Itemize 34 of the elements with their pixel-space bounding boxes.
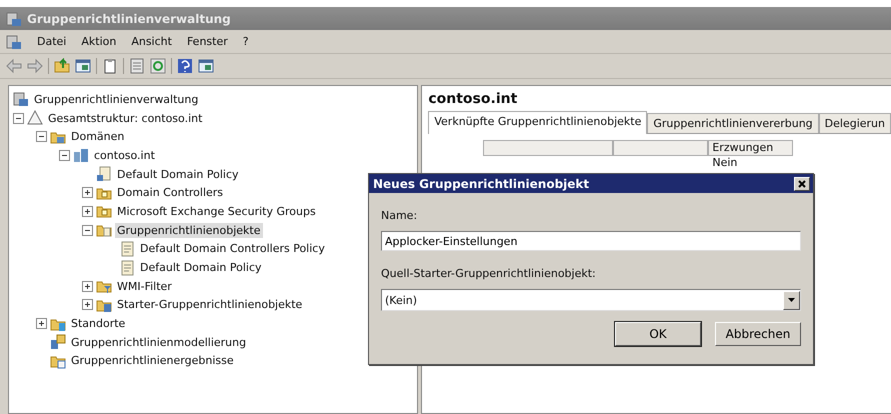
table-cell-text: Nein — [711, 156, 738, 169]
tree-item[interactable]: Standorte — [69, 316, 128, 332]
dialog-button[interactable]: Abbrechen — [715, 322, 801, 346]
source-dropdown[interactable]: (Kein) — [381, 289, 801, 311]
dialog-title: Neues Gruppenrichtlinienobjekt — [373, 176, 590, 190]
details-heading: contoso.int — [428, 91, 518, 107]
tree-item[interactable]: Default Domain Policy — [138, 260, 264, 276]
menu-item[interactable]: ? — [242, 34, 249, 49]
tree-item[interactable]: Gesamtstruktur: contoso.int — [46, 110, 204, 126]
menu-item[interactable]: Fenster — [186, 34, 228, 49]
tree-item[interactable]: Starter-Gruppenrichtlinienobjekte — [115, 297, 304, 312]
tree-item[interactable]: Gruppenrichtlinienmodellierung — [69, 334, 248, 350]
field-label: Quell-Starter-Gruppenrichtlinienobjekt: — [381, 267, 597, 280]
tab[interactable]: Verknüpfte Gruppenrichtlinienobjekte — [428, 111, 648, 134]
window-title: Gruppenrichtlinienverwaltung — [27, 12, 231, 26]
tree-item[interactable]: Domänen — [69, 129, 126, 144]
tree-item[interactable]: Gruppenrichtlinienobjekte — [115, 222, 262, 238]
dialog-button[interactable]: OK — [615, 322, 701, 346]
tree-item[interactable]: Domain Controllers — [115, 185, 226, 200]
tree-item[interactable]: Gruppenrichtlinienergebnisse — [69, 353, 236, 368]
tab[interactable]: Gruppenrichtlinienvererbung — [647, 113, 819, 133]
tree-item[interactable]: Gruppenrichtlinienverwaltung — [32, 92, 200, 107]
tree-item[interactable]: contoso.int — [92, 148, 157, 163]
name-field[interactable]: Applocker-Einstellungen — [381, 231, 801, 251]
tree-item[interactable]: Default Domain Policy — [115, 166, 241, 182]
tree-item[interactable]: Default Domain Controllers Policy — [138, 241, 327, 256]
column-header[interactable]: Erzwungen — [708, 140, 794, 156]
menu-item[interactable]: Ansicht — [131, 34, 172, 49]
menu-item[interactable]: Datei — [37, 34, 66, 49]
field-label: Name: — [381, 209, 418, 222]
tree-item[interactable]: Microsoft Exchange Security Groups — [115, 204, 318, 219]
tab[interactable]: Delegierun — [818, 113, 891, 133]
menu-item[interactable]: Aktion — [81, 34, 116, 49]
tree-item[interactable]: WMI-Filter — [115, 278, 174, 294]
